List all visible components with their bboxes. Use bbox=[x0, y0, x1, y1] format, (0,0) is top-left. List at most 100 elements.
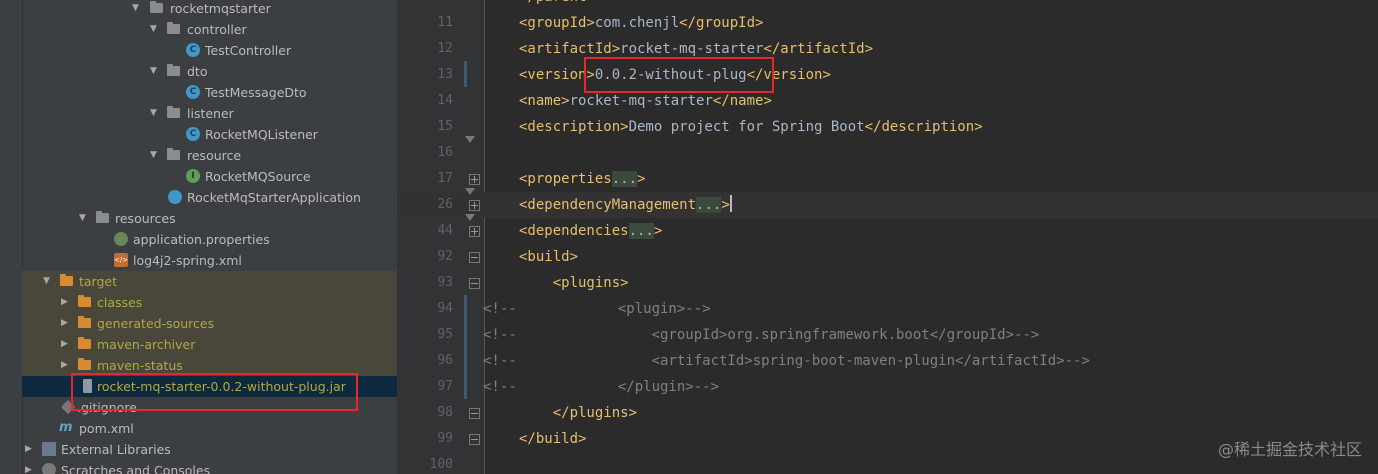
fold-marker-icon[interactable] bbox=[465, 188, 475, 195]
line-number: 97 bbox=[437, 379, 453, 394]
collapse-fold-icon[interactable] bbox=[469, 434, 480, 445]
tree-item-label: controller bbox=[187, 22, 247, 37]
folded-region[interactable]: ... bbox=[628, 223, 654, 239]
expand-fold-icon[interactable] bbox=[469, 200, 480, 211]
code-line[interactable]: 12 <artifactId>rocket-mq-starter</artifac… bbox=[397, 36, 1378, 62]
tree-item-resources[interactable]: ▼ resources bbox=[22, 208, 397, 229]
code-line[interactable]: 26 <dependencyManagement...> bbox=[397, 188, 1378, 218]
tree-item-rocketmqstarterapplication[interactable]: RocketMqStarterApplication bbox=[22, 187, 397, 208]
java-class-icon: C bbox=[186, 85, 200, 99]
code-line[interactable]: 92 <build> bbox=[397, 244, 1378, 270]
code-line[interactable]: </parent> bbox=[397, 0, 1378, 10]
chevron-right-icon[interactable]: ▶ bbox=[61, 316, 71, 330]
code-line[interactable]: 11 <groupId>com.chenjl</groupId> bbox=[397, 10, 1378, 36]
excluded-folder-icon bbox=[78, 295, 91, 307]
tree-item-dto[interactable]: ▼ dto bbox=[22, 61, 397, 82]
tree-item-resource[interactable]: ▼ resource bbox=[22, 145, 397, 166]
code-line[interactable]: 97 <!-- </plugin>--> bbox=[397, 374, 1378, 400]
chevron-right-icon[interactable]: ▶ bbox=[61, 337, 71, 351]
tree-item-testcontroller[interactable]: C TestController bbox=[22, 40, 397, 61]
line-number: 92 bbox=[437, 249, 453, 264]
tree-item-pom-xml[interactable]: m pom.xml bbox=[22, 418, 397, 439]
code-line[interactable]: 15 <description>Demo project for Spring B… bbox=[397, 114, 1378, 140]
tree-item-listener[interactable]: ▼ listener bbox=[22, 103, 397, 124]
chevron-right-icon[interactable]: ▶ bbox=[61, 358, 71, 372]
excluded-folder-icon bbox=[78, 358, 91, 370]
chevron-down-icon[interactable]: ▼ bbox=[43, 274, 53, 288]
code-text: <!-- <groupId>org.springframework.boot</… bbox=[483, 322, 1039, 348]
tree-item-maven-archiver[interactable]: ▶ maven-archiver bbox=[22, 334, 397, 355]
code-token: <name> bbox=[519, 93, 570, 109]
tree-item-rocketmqlistener[interactable]: C RocketMQListener bbox=[22, 124, 397, 145]
collapse-fold-icon[interactable] bbox=[469, 252, 480, 263]
tree-item-testmessagedto[interactable]: C TestMessageDto bbox=[22, 82, 397, 103]
chevron-down-icon[interactable]: ▼ bbox=[150, 22, 160, 36]
code-token: </name> bbox=[712, 93, 772, 109]
collapse-fold-icon[interactable] bbox=[469, 278, 480, 289]
maven-pom-icon: m bbox=[59, 420, 73, 435]
tree-item-application-properties[interactable]: application.properties bbox=[22, 229, 397, 250]
collapse-fold-icon[interactable] bbox=[469, 408, 480, 419]
tree-item-label: listener bbox=[187, 106, 234, 121]
tree-item-label: maven-status bbox=[97, 358, 183, 373]
fold-marker-icon[interactable] bbox=[465, 214, 475, 221]
code-token: <!-- <plugin>--> bbox=[483, 301, 711, 317]
tree-item-label: log4j2-spring.xml bbox=[133, 253, 242, 268]
chevron-down-icon[interactable]: ▼ bbox=[132, 1, 142, 15]
code-text: <description>Demo project for Spring Boo… bbox=[519, 114, 983, 140]
code-line[interactable]: 98 </plugins> bbox=[397, 400, 1378, 426]
tree-item-scratches[interactable]: ▶ Scratches and Consoles bbox=[22, 460, 397, 474]
tree-item-label: TestController bbox=[205, 43, 292, 58]
tree-item-label: application.properties bbox=[133, 232, 270, 247]
code-line[interactable]: 16 bbox=[397, 136, 1378, 166]
line-number: 13 bbox=[437, 67, 453, 82]
line-number: 96 bbox=[437, 353, 453, 368]
code-text: <!-- <plugin>--> bbox=[483, 296, 711, 322]
code-token: </artifactId> bbox=[763, 41, 874, 57]
line-number: 11 bbox=[437, 15, 453, 30]
expand-fold-icon[interactable] bbox=[469, 226, 480, 237]
properties-file-icon bbox=[114, 232, 128, 246]
folder-icon bbox=[167, 64, 180, 76]
code-line[interactable]: 96 <!-- <artifactId>spring-boot-maven-plu… bbox=[397, 348, 1378, 374]
fold-marker-icon[interactable] bbox=[465, 136, 475, 143]
folded-region[interactable]: ... bbox=[611, 171, 638, 187]
chevron-down-icon[interactable]: ▼ bbox=[150, 148, 160, 162]
code-text: </build> bbox=[519, 426, 586, 452]
code-text: <!-- </plugin>--> bbox=[483, 374, 719, 400]
chevron-right-icon[interactable]: ▶ bbox=[61, 295, 71, 309]
chevron-down-icon[interactable]: ▼ bbox=[79, 211, 89, 225]
tree-item-rocketmqstarter[interactable]: ▼ rocketmqstarter bbox=[22, 0, 397, 19]
tree-item-target[interactable]: ▼ target bbox=[22, 271, 397, 292]
line-number: 95 bbox=[437, 327, 453, 342]
code-editor[interactable]: </parent> 11 <groupId>com.chenjl</groupId>… bbox=[397, 0, 1378, 474]
line-number: 99 bbox=[437, 431, 453, 446]
resources-folder-icon bbox=[96, 211, 109, 223]
tree-item-rocketmqsource[interactable]: I RocketMQSource bbox=[22, 166, 397, 187]
code-token: <build> bbox=[519, 249, 579, 265]
tree-item-classes[interactable]: ▶ classes bbox=[22, 292, 397, 313]
code-line[interactable]: 93 <plugins> bbox=[397, 270, 1378, 296]
folded-region[interactable]: ... bbox=[696, 197, 722, 213]
line-number: 16 bbox=[437, 145, 453, 160]
expand-fold-icon[interactable] bbox=[469, 174, 480, 185]
code-line[interactable]: 14 <name>rocket-mq-starter</name> bbox=[397, 88, 1378, 114]
tree-item-external-libraries[interactable]: ▶ External Libraries bbox=[22, 439, 397, 460]
code-line[interactable]: 94 <!-- <plugin>--> bbox=[397, 296, 1378, 322]
code-line[interactable]: 44 <dependencies...> bbox=[397, 214, 1378, 244]
chevron-right-icon[interactable]: ▶ bbox=[25, 442, 35, 456]
code-line[interactable]: 17 <properties...> bbox=[397, 166, 1378, 192]
code-token: <dependencyManagement bbox=[519, 197, 697, 213]
code-line[interactable]: 95 <!-- <groupId>org.springframework.boot… bbox=[397, 322, 1378, 348]
tree-item-log4j2-spring-xml[interactable]: </> log4j2-spring.xml bbox=[22, 250, 397, 271]
code-line[interactable]: 13 <version>0.0.2-without-plug</version> bbox=[397, 62, 1378, 88]
tree-item-label: resource bbox=[187, 148, 242, 163]
tree-item-label: External Libraries bbox=[61, 442, 171, 457]
chevron-right-icon[interactable]: ▶ bbox=[25, 463, 35, 474]
excluded-folder-icon bbox=[78, 316, 91, 328]
tree-item-generated-sources[interactable]: ▶ generated-sources bbox=[22, 313, 397, 334]
chevron-down-icon[interactable]: ▼ bbox=[150, 106, 160, 120]
chevron-down-icon[interactable]: ▼ bbox=[150, 64, 160, 78]
tree-item-label: generated-sources bbox=[97, 316, 215, 331]
tree-item-controller[interactable]: ▼ controller bbox=[22, 19, 397, 40]
